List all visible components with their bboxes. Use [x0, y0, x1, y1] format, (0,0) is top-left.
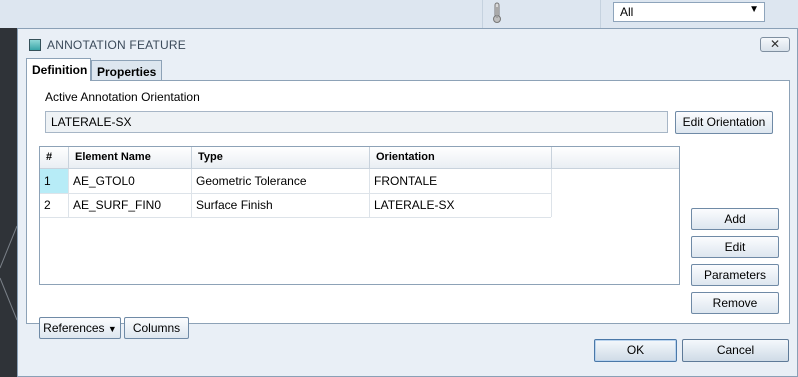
remove-button[interactable]: Remove: [691, 292, 779, 314]
row-element-name: AE_GTOL0: [69, 169, 192, 193]
row-orientation: FRONTALE: [370, 169, 552, 193]
tab-definition[interactable]: Definition: [26, 58, 91, 81]
table-row[interactable]: 2 AE_SURF_FIN0 Surface Finish LATERALE-S…: [40, 193, 552, 218]
definition-panel: Active Annotation Orientation LATERALE-S…: [26, 80, 790, 339]
row-type: Surface Finish: [192, 193, 370, 217]
annotation-elements-table: # Element Name Type Orientation 1 AE_GTO…: [39, 146, 680, 285]
filter-select[interactable]: All ▼: [613, 2, 765, 22]
cancel-button[interactable]: Cancel: [682, 339, 789, 362]
references-button[interactable]: References ▼: [39, 317, 121, 339]
table-row[interactable]: 1 AE_GTOL0 Geometric Tolerance FRONTALE: [40, 169, 552, 194]
edit-button[interactable]: Edit: [691, 236, 779, 258]
filter-select-value: All: [620, 5, 634, 19]
thermometer-icon[interactable]: [491, 2, 503, 24]
row-number: 1: [40, 169, 69, 193]
close-icon: ✕: [769, 37, 781, 51]
column-header-orientation[interactable]: Orientation: [370, 147, 552, 168]
active-orientation-field: LATERALE-SX: [45, 111, 668, 133]
column-header-element-name[interactable]: Element Name: [69, 147, 192, 168]
column-header-type[interactable]: Type: [192, 147, 370, 168]
annotation-feature-icon: [29, 39, 41, 51]
row-type: Geometric Tolerance: [192, 169, 370, 193]
column-header-number[interactable]: #: [40, 147, 69, 168]
table-header: # Element Name Type Orientation: [40, 147, 679, 169]
add-button[interactable]: Add: [691, 208, 779, 230]
references-button-label: References: [43, 321, 105, 335]
background-toolbar: All ▼: [0, 0, 798, 29]
background-canvas: [0, 28, 17, 377]
ok-button[interactable]: OK: [594, 339, 677, 362]
chevron-down-icon: ▼: [107, 324, 117, 334]
columns-button[interactable]: Columns: [124, 317, 189, 339]
dialog-title: ANNOTATION FEATURE: [47, 38, 186, 52]
tab-properties-label: Properties: [97, 65, 157, 79]
parameters-button[interactable]: Parameters: [691, 264, 779, 286]
toolbar-separator: [482, 0, 483, 28]
row-orientation: LATERALE-SX: [370, 193, 552, 217]
row-number: 2: [40, 193, 69, 217]
tab-definition-label: Definition: [32, 63, 88, 77]
annotation-feature-dialog: ANNOTATION FEATURE ✕ Definition Properti…: [17, 28, 798, 377]
close-button[interactable]: ✕: [760, 37, 790, 52]
edit-orientation-button[interactable]: Edit Orientation: [675, 111, 773, 134]
orientation-group-label: Active Annotation Orientation: [45, 90, 200, 104]
background-graphic: [0, 225, 17, 321]
chevron-down-icon: ▼: [749, 4, 759, 15]
dialog-title-bar[interactable]: ANNOTATION FEATURE ✕: [18, 29, 797, 61]
tab-properties[interactable]: Properties: [91, 60, 162, 81]
toolbar-separator: [600, 0, 601, 28]
row-element-name: AE_SURF_FIN0: [69, 193, 192, 217]
